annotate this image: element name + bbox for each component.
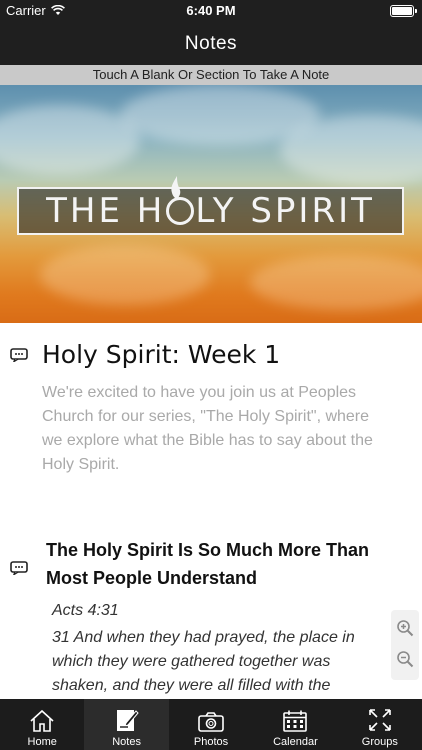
zoom-out-icon[interactable] <box>396 650 414 668</box>
tab-label: Groups <box>361 736 398 748</box>
sermon-intro[interactable]: We're excited to have you join us at Peo… <box>42 381 392 477</box>
zoom-in-icon[interactable] <box>396 619 414 637</box>
tab-notes[interactable]: Notes <box>84 699 169 750</box>
tab-label: Home <box>27 736 57 748</box>
page-title: Notes <box>184 33 238 54</box>
zoom-controls <box>391 610 419 680</box>
tab-label: Calendar <box>273 736 318 748</box>
home-icon <box>30 709 54 732</box>
tab-label: Photos <box>193 736 229 748</box>
navigation-bar: Notes <box>0 22 422 65</box>
flame-icon <box>171 176 181 199</box>
series-logo-text: THE H LY SPIRIT <box>46 191 375 231</box>
groups-icon <box>369 709 391 731</box>
note-hint-banner: Touch A Blank Or Section To Take A Note <box>0 65 422 85</box>
camera-icon <box>198 712 224 732</box>
tab-photos[interactable]: Photos <box>169 699 253 750</box>
series-logo-banner: THE H LY SPIRIT <box>17 187 404 235</box>
sermon-title[interactable]: Holy Spirit: Week 1 <box>42 340 280 369</box>
calendar-icon <box>283 710 308 732</box>
tab-bar: Home Notes Photos Calendar Groups <box>0 699 422 750</box>
tab-calendar[interactable]: Calendar <box>253 699 337 750</box>
note-icon[interactable] <box>10 561 28 575</box>
status-bar: Carrier 6:40 PM <box>0 0 422 22</box>
verse-text[interactable]: 31 And when they had prayed, the place i… <box>52 626 382 698</box>
tab-groups[interactable]: Groups <box>338 699 422 750</box>
series-hero-image: THE H LY SPIRIT <box>0 85 422 323</box>
tab-label: Notes <box>112 736 141 748</box>
status-time: 6:40 PM <box>186 3 236 18</box>
verse-reference[interactable]: Acts 4:31 <box>52 602 119 620</box>
battery-icon <box>390 5 417 17</box>
note-icon[interactable] <box>10 348 28 362</box>
notes-icon <box>116 710 139 731</box>
section-heading[interactable]: The Holy Spirit Is So Much More Than Mos… <box>46 536 386 592</box>
tab-home[interactable]: Home <box>0 699 84 750</box>
